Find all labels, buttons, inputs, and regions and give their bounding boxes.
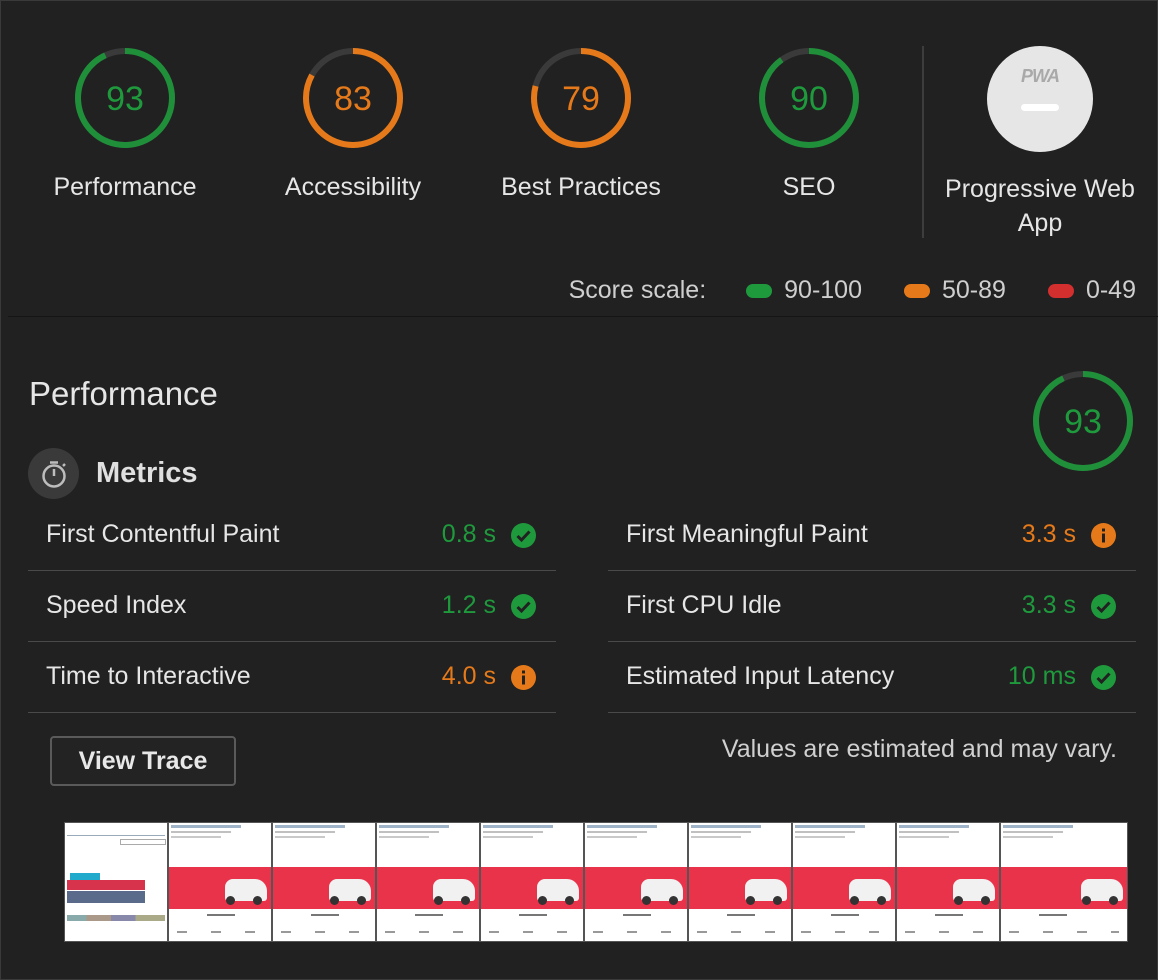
gauge-score: 83 <box>334 80 372 118</box>
filmstrip-frame <box>688 822 792 942</box>
metric-row: First Contentful Paint 0.8 s <box>28 500 556 571</box>
metric-value: 3.3 s <box>1021 520 1076 548</box>
metric-name: Estimated Input Latency <box>626 662 895 690</box>
filmstrip-frame <box>480 822 584 942</box>
gauge-ring: 93 <box>75 48 175 148</box>
filmstrip-frame <box>584 822 688 942</box>
gauge-ring: 79 <box>531 48 631 148</box>
gauge-score: 93 <box>106 80 144 118</box>
metric-value: 10 ms <box>1007 662 1076 690</box>
filmstrip <box>64 822 1128 942</box>
metric-row: First CPU Idle 3.3 s <box>608 571 1136 642</box>
score-scale: Score scale: 90-100 50-89 0-49 <box>569 276 1136 305</box>
metrics-column-right: First Meaningful Paint 3.3 s First CPU Idl… <box>608 500 1136 713</box>
metric-name: First CPU Idle <box>626 591 782 619</box>
gauge-seo[interactable]: 90 SEO <box>704 46 914 204</box>
metrics-column-left: First Contentful Paint 0.8 s Speed Index 1.… <box>28 500 556 713</box>
check-circle-icon <box>511 594 536 619</box>
section-separator <box>8 316 1158 317</box>
filmstrip-frame <box>272 822 376 942</box>
metric-row: Time to Interactive 4.0 s <box>28 642 556 713</box>
gauge-label: Progressive Web App <box>945 175 1135 237</box>
info-circle-icon <box>1091 523 1116 548</box>
scale-range-pass: 90-100 <box>784 276 862 304</box>
scale-range-average: 50-89 <box>942 276 1006 304</box>
performance-score: 93 <box>1064 403 1102 441</box>
metric-name: Speed Index <box>46 591 187 619</box>
metric-row: Speed Index 1.2 s <box>28 571 556 642</box>
metric-row: Estimated Input Latency 10 ms <box>608 642 1136 713</box>
filmstrip-frame <box>896 822 1000 942</box>
gauge-performance[interactable]: 93 Performance <box>20 46 230 204</box>
pwa-badge-icon: PWA <box>987 46 1093 152</box>
gauge-label: Performance <box>53 173 197 201</box>
filmstrip-frame <box>792 822 896 942</box>
gauge-label: Best Practices <box>501 173 661 201</box>
metric-value: 0.8 s <box>441 520 496 548</box>
filmstrip-frame <box>376 822 480 942</box>
gauge-ring: 83 <box>303 48 403 148</box>
performance-score-gauge: 93 <box>1031 369 1135 478</box>
stopwatch-icon <box>28 448 79 499</box>
pwa-dash-icon <box>1021 104 1059 111</box>
gauge-label: SEO <box>782 173 836 201</box>
gauge-pwa[interactable]: PWA Progressive Web App <box>935 46 1145 240</box>
metric-name: First Meaningful Paint <box>626 520 868 548</box>
filmstrip-frame <box>64 822 168 942</box>
scale-dot-average-icon <box>904 283 930 298</box>
gauge-label: Accessibility <box>284 173 422 201</box>
estimate-note: Values are estimated and may vary. <box>721 735 1117 763</box>
scale-range-fail: 0-49 <box>1085 276 1136 304</box>
pwa-badge-text: PWA <box>1020 66 1060 86</box>
info-circle-icon <box>511 665 536 690</box>
check-circle-icon <box>1091 594 1116 619</box>
scale-dot-pass-icon <box>746 283 773 298</box>
gauge-score: 90 <box>790 80 828 118</box>
section-title: Performance <box>29 375 218 412</box>
filmstrip-frame <box>1000 822 1128 942</box>
gauge-divider <box>922 46 924 238</box>
metric-name: Time to Interactive <box>46 662 251 690</box>
scale-dot-fail-icon <box>1047 283 1074 298</box>
check-circle-icon <box>1091 665 1116 690</box>
metric-value: 1.2 s <box>441 591 496 619</box>
metrics-title: Metrics <box>96 457 198 489</box>
metric-value: 4.0 s <box>441 662 496 690</box>
gauge-accessibility[interactable]: 83 Accessibility <box>248 46 458 204</box>
metric-value: 3.3 s <box>1021 591 1076 619</box>
metric-row: First Meaningful Paint 3.3 s <box>608 500 1136 571</box>
gauge-ring: 90 <box>759 48 859 148</box>
filmstrip-frame <box>168 822 272 942</box>
gauge-score: 79 <box>562 80 600 118</box>
score-scale-label: Score scale: <box>568 276 707 304</box>
metric-name: First Contentful Paint <box>46 520 280 548</box>
check-circle-icon <box>511 523 536 548</box>
metrics-header: Metrics <box>28 448 198 499</box>
gauge-best-practices[interactable]: 79 Best Practices <box>476 46 686 204</box>
view-trace-button[interactable]: View Trace <box>50 736 236 786</box>
